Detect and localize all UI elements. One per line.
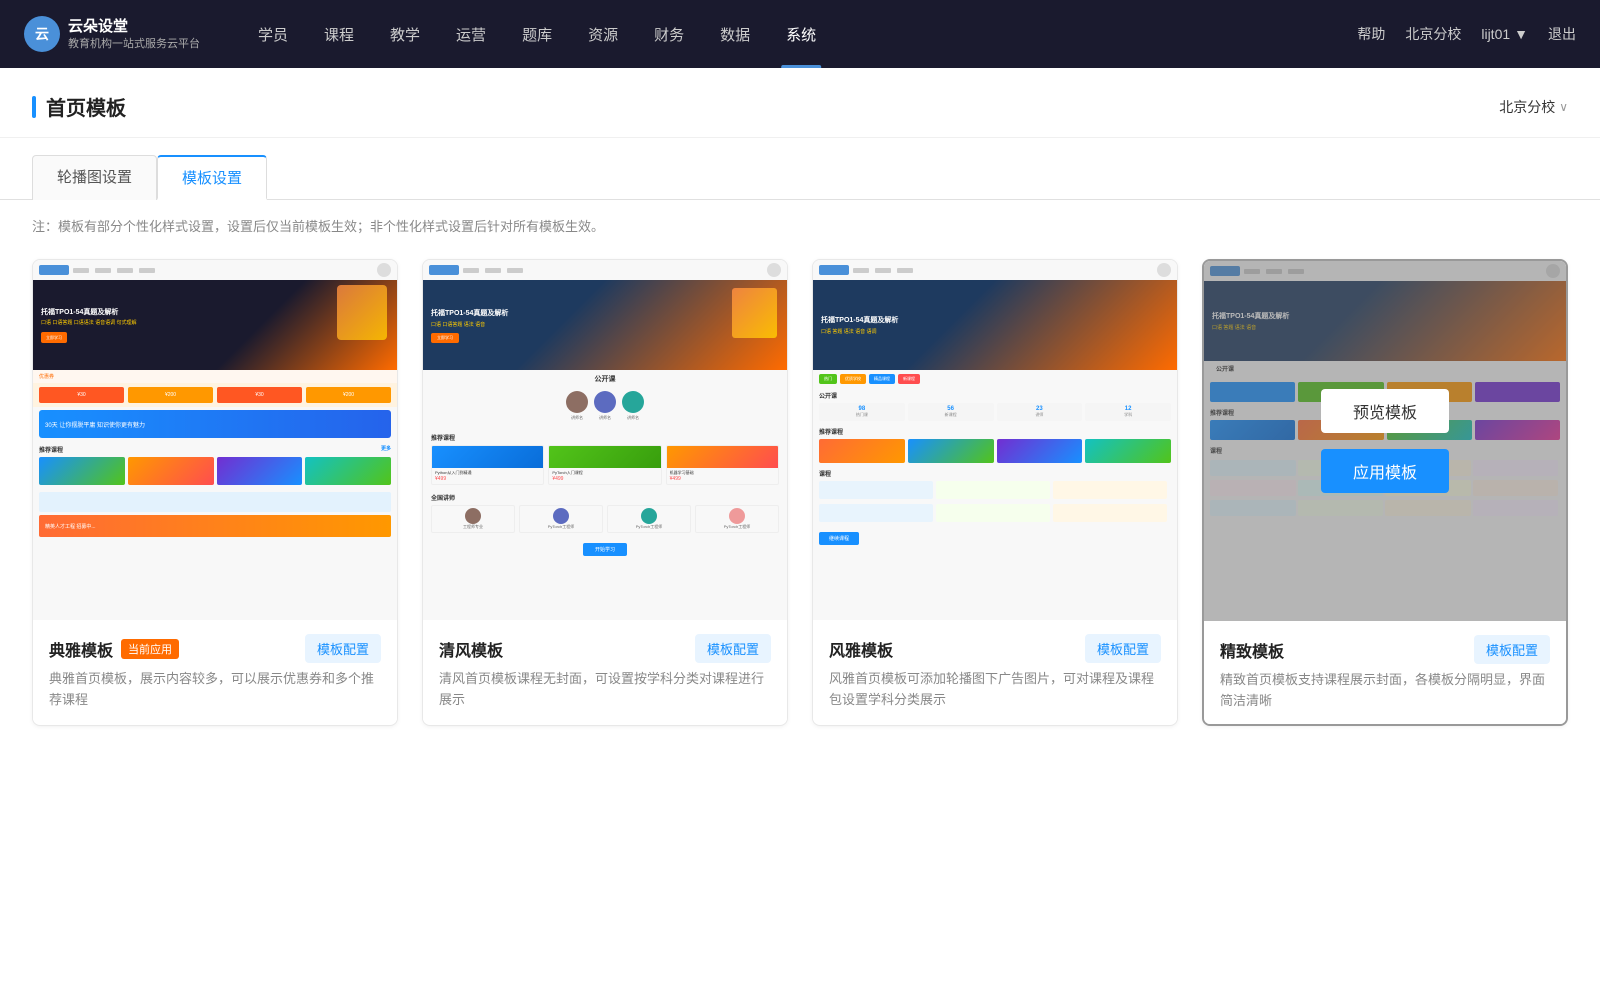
nav-system[interactable]: 系统 (768, 0, 834, 68)
template-name-1: 典雅模板 (49, 637, 113, 661)
brand-logo: 云 (24, 16, 60, 52)
page-title-bar (32, 96, 36, 118)
apply-template-btn[interactable]: 应用模板 (1321, 449, 1449, 493)
nav-courses[interactable]: 课程 (306, 0, 372, 68)
nav-resources[interactable]: 资源 (570, 0, 636, 68)
template-preview-1: 托福TPO1-54真题及解析 口语 口语答题 口语语法 语音语调 句式理解 立即… (33, 260, 397, 620)
config-btn-4[interactable]: 模板配置 (1474, 635, 1550, 664)
nav-links: 学员 课程 教学 运营 题库 资源 财务 数据 系统 (240, 0, 1357, 68)
brand[interactable]: 云 云朵设堂 教育机构一站式服务云平台 (24, 16, 200, 52)
template-name-3: 风雅模板 (829, 637, 893, 661)
nav-data[interactable]: 数据 (702, 0, 768, 68)
tab-template[interactable]: 模板设置 (157, 155, 267, 200)
navbar: 云 云朵设堂 教育机构一站式服务云平台 学员 课程 教学 运营 题库 资源 财务… (0, 0, 1600, 68)
template-name-2: 清风模板 (439, 637, 503, 661)
nav-operations[interactable]: 运营 (438, 0, 504, 68)
template-card-3: 托福TPO1-54真题及解析 口语 答题 语法 语音 语调 热门 优质学校 精品… (812, 259, 1178, 726)
template-preview-4: 预览模板 应用模板 (1204, 261, 1566, 621)
chevron-down-icon: ∨ (1559, 100, 1568, 114)
user-menu[interactable]: lijt01 ▼ (1481, 26, 1528, 42)
brand-text: 云朵设堂 教育机构一站式服务云平台 (68, 17, 200, 51)
page-header: 首页模板 北京分校 ∨ (0, 68, 1600, 138)
page-title: 首页模板 (46, 92, 126, 121)
template-overlay: 预览模板 应用模板 (1204, 261, 1566, 621)
mock-site-2: 托福TPO1-54真题及解析 口语 口语答题 语法 语音 立即学习 公开课 (423, 260, 787, 620)
template-desc-4: 精致首页模板支持课程展示封面，各模板分隔明显，界面简洁清晰 (1220, 670, 1550, 712)
template-preview-3: 托福TPO1-54真题及解析 口语 答题 语法 语音 语调 热门 优质学校 精品… (813, 260, 1177, 620)
main-container: 首页模板 北京分校 ∨ 轮播图设置 模板设置 注：模板有部分个性化样式设置，设置… (0, 68, 1600, 990)
template-footer-4: 精致模板 模板配置 精致首页模板支持课程展示封面，各模板分隔明显，界面简洁清晰 (1204, 621, 1566, 724)
template-preview-2: 托福TPO1-54真题及解析 口语 口语答题 语法 语音 立即学习 公开课 (423, 260, 787, 620)
page-title-wrap: 首页模板 (32, 92, 126, 121)
template-card-1: 托福TPO1-54真题及解析 口语 口语答题 口语语法 语音语调 句式理解 立即… (32, 259, 398, 726)
mock-site-3: 托福TPO1-54真题及解析 口语 答题 语法 语音 语调 热门 优质学校 精品… (813, 260, 1177, 620)
template-footer-3: 风雅模板 模板配置 风雅首页模板可添加轮播图下广告图片，可对课程及课程包设置学科… (813, 620, 1177, 723)
nav-finance[interactable]: 财务 (636, 0, 702, 68)
mock-site-1: 托福TPO1-54真题及解析 口语 口语答题 口语语法 语音语调 句式理解 立即… (33, 260, 397, 620)
template-card-4: 预览模板 应用模板 (1202, 259, 1568, 726)
template-desc-3: 风雅首页模板可添加轮播图下广告图片，可对课程及课程包设置学科分类展示 (829, 669, 1161, 711)
help-link[interactable]: 帮助 (1357, 24, 1385, 44)
branch-selector[interactable]: 北京分校 ∨ (1499, 97, 1568, 117)
templates-grid: 托福TPO1-54真题及解析 口语 口语答题 口语语法 语音语调 句式理解 立即… (0, 251, 1600, 766)
config-btn-1[interactable]: 模板配置 (305, 634, 381, 663)
config-btn-2[interactable]: 模板配置 (695, 634, 771, 663)
badge-current-1: 当前应用 (121, 639, 179, 659)
template-card-2: 托福TPO1-54真题及解析 口语 口语答题 语法 语音 立即学习 公开课 (422, 259, 788, 726)
nav-students[interactable]: 学员 (240, 0, 306, 68)
note-text: 注：模板有部分个性化样式设置，设置后仅当前模板生效；非个性化样式设置后针对所有模… (0, 200, 1600, 251)
template-desc-2: 清风首页模板课程无封面，可设置按学科分类对课程进行展示 (439, 669, 771, 711)
template-footer-1: 典雅模板 当前应用 模板配置 典雅首页模板，展示内容较多，可以展示优惠券和多个推… (33, 620, 397, 723)
preview-template-btn[interactable]: 预览模板 (1321, 389, 1449, 433)
nav-questions[interactable]: 题库 (504, 0, 570, 68)
config-btn-3[interactable]: 模板配置 (1085, 634, 1161, 663)
nav-teaching[interactable]: 教学 (372, 0, 438, 68)
template-footer-2: 清风模板 模板配置 清风首页模板课程无封面，可设置按学科分类对课程进行展示 (423, 620, 787, 723)
branch-name[interactable]: 北京分校 (1405, 24, 1461, 44)
tabs-wrap: 轮播图设置 模板设置 (0, 138, 1600, 200)
template-desc-1: 典雅首页模板，展示内容较多，可以展示优惠券和多个推荐课程 (49, 669, 381, 711)
logout-btn[interactable]: 退出 (1548, 24, 1576, 44)
template-name-4: 精致模板 (1220, 638, 1284, 662)
tab-carousel[interactable]: 轮播图设置 (32, 155, 157, 200)
nav-right: 帮助 北京分校 lijt01 ▼ 退出 (1357, 24, 1576, 44)
